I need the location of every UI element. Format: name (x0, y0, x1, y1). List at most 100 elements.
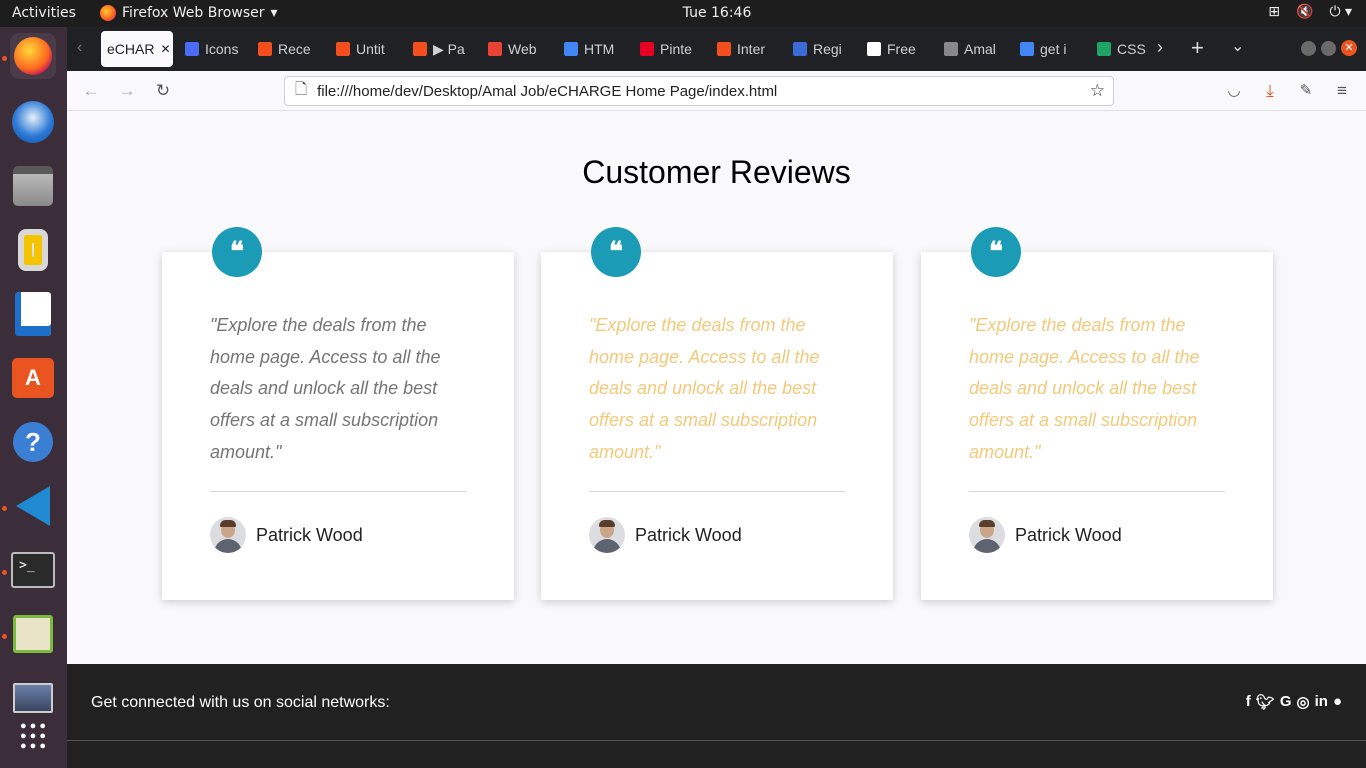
power-icon[interactable]: ⏻ ▾ (1329, 4, 1352, 20)
tab-label: Untit (356, 41, 385, 57)
tab-label: Regi (813, 41, 842, 57)
tab-favicon-icon (793, 42, 807, 56)
eyedropper-icon[interactable]: ✎ (1295, 81, 1317, 99)
linkedin-icon[interactable]: in (1315, 693, 1328, 711)
reload-button[interactable]: ↻ (152, 81, 174, 101)
tab[interactable]: HTM (558, 31, 626, 67)
tab-label: ▶ Pa (433, 40, 465, 57)
tab-favicon-icon (564, 42, 578, 56)
clock[interactable]: Tue 16:46 (0, 5, 1366, 21)
tab-favicon-icon (413, 42, 427, 56)
tab-favicon-icon (944, 42, 958, 56)
tab-favicon-icon (336, 42, 350, 56)
quote-badge-icon: ❝ (591, 227, 641, 277)
footer-text: Get connected with us on social networks… (91, 694, 390, 711)
author-name: Patrick Wood (1015, 524, 1122, 545)
tab[interactable]: Free (861, 31, 929, 67)
browser-window: ‹ eCHAR ✕ Icons Rece Untit ▶ Pa Web HTM Pinte Int… (67, 27, 1366, 768)
tab-label: CSS (1117, 41, 1146, 57)
writer-icon[interactable] (10, 291, 56, 337)
close-tab-icon[interactable]: ✕ (160, 42, 170, 56)
tab-strip: ‹ eCHAR ✕ Icons Rece Untit ▶ Pa Web HTM Pinte Int… (67, 27, 1366, 71)
firefox-dock-icon[interactable] (10, 33, 56, 79)
review-card: ❝ "Explore the deals from the home page. … (541, 227, 893, 600)
tab[interactable]: Regi (787, 31, 853, 67)
footer: Get connected with us on social networks… (67, 664, 1366, 768)
facebook-icon[interactable]: f (1246, 693, 1251, 711)
tab-scroll-left-icon[interactable]: ‹ (77, 39, 82, 57)
tab-favicon-icon (717, 42, 731, 56)
tab[interactable]: ▶ Pa (407, 31, 473, 67)
tab-favicon-icon (1097, 42, 1111, 56)
tab[interactable]: Untit (330, 31, 398, 67)
tab[interactable]: Pinte (634, 31, 702, 67)
system-tray[interactable]: ⊞ 🔇 ⏻ ▾ (1268, 4, 1352, 20)
review-author: Patrick Wood (210, 517, 363, 553)
navigation-toolbar: ← → ↻ 🗋 file:///home/dev/Desktop/Amal Jo… (67, 71, 1366, 111)
avatar (589, 517, 625, 553)
tab-favicon-icon (258, 42, 272, 56)
new-tab-button[interactable]: + (1191, 35, 1204, 61)
review-card: ❝ "Explore the deals from the home page. … (921, 227, 1273, 600)
tab-favicon-icon (867, 42, 881, 56)
menu-icon[interactable]: ≡ (1331, 81, 1353, 101)
tab[interactable]: Icons (179, 31, 245, 67)
maximize-button[interactable] (1321, 41, 1336, 56)
tab-favicon-icon (640, 42, 654, 56)
tab[interactable]: Web (482, 31, 550, 67)
rhythmbox-icon[interactable] (10, 227, 56, 273)
url-bar[interactable]: 🗋 file:///home/dev/Desktop/Amal Job/eCHA… (284, 76, 1114, 106)
show-applications-icon[interactable]: ● ● ● ● ● ● ● ● ● (10, 713, 56, 759)
tab-label: Free (887, 41, 916, 57)
thunderbird-icon[interactable] (10, 99, 56, 145)
author-name: Patrick Wood (256, 524, 363, 545)
close-window-button[interactable]: ✕ (1341, 40, 1357, 56)
url-text[interactable]: file:///home/dev/Desktop/Amal Job/eCHARG… (317, 83, 777, 100)
software-center-icon[interactable]: A (10, 355, 56, 401)
instagram-icon[interactable]: ◎ (1297, 693, 1310, 711)
forward-button[interactable]: → (116, 81, 138, 101)
footer-divider (67, 740, 1366, 741)
review-quote: "Explore the deals from the home page. A… (210, 315, 441, 462)
bookmark-star-icon[interactable]: ☆ (1090, 81, 1105, 101)
network-icon[interactable]: ⊞ (1268, 4, 1280, 20)
list-tabs-icon[interactable]: ⌄ (1231, 36, 1244, 56)
quote-badge-icon: ❝ (971, 227, 1021, 277)
card-divider (589, 491, 845, 492)
help-icon[interactable]: ? (10, 419, 56, 465)
tab-label: get i (1040, 41, 1067, 57)
minimize-button[interactable] (1301, 41, 1316, 56)
tab[interactable]: Inter (711, 31, 779, 67)
tab-scroll-right-icon[interactable]: › (1157, 37, 1163, 58)
files-icon[interactable] (10, 163, 56, 209)
section-title: Customer Reviews (582, 154, 851, 190)
avatar (969, 517, 1005, 553)
review-card: ❝ "Explore the deals from the home page. … (162, 227, 514, 600)
vscode-icon[interactable] (10, 483, 56, 529)
social-links: f 🐦︎ G ◎ in ● (1246, 693, 1342, 711)
back-button[interactable]: ← (80, 81, 102, 101)
dock: A ? >_ ● ● ● ● ● ● ● ● ● (0, 27, 67, 768)
tab-label: Amal (964, 41, 996, 57)
image-viewer-icon[interactable] (10, 611, 56, 657)
tab-label: Pinte (660, 41, 692, 57)
quote-badge-icon: ❝ (212, 227, 262, 277)
tab[interactable]: CSS (1091, 31, 1149, 67)
tab[interactable]: Amal (938, 31, 1006, 67)
page-info-icon[interactable]: 🗋 (295, 79, 307, 104)
terminal-icon[interactable]: >_ (10, 547, 56, 593)
tab-active[interactable]: eCHAR ✕ (101, 31, 173, 67)
github-icon[interactable]: ● (1333, 693, 1342, 711)
tab-label: Inter (737, 41, 766, 57)
review-quote: "Explore the deals from the home page. A… (589, 315, 820, 462)
tab[interactable]: get i (1014, 31, 1082, 67)
page-content: Customer Reviews ❝ "Explore the deals fro… (67, 112, 1366, 664)
pocket-icon[interactable]: ◡ (1223, 81, 1245, 99)
volume-icon[interactable]: 🔇 (1296, 4, 1313, 20)
downloads-icon[interactable]: ⤓ (1259, 81, 1281, 101)
tab[interactable]: Rece (252, 31, 322, 67)
google-icon[interactable]: G (1280, 693, 1292, 711)
twitter-icon[interactable]: 🐦︎ (1256, 693, 1275, 711)
review-author: Patrick Wood (589, 517, 742, 553)
tab-label: Icons (205, 41, 239, 57)
